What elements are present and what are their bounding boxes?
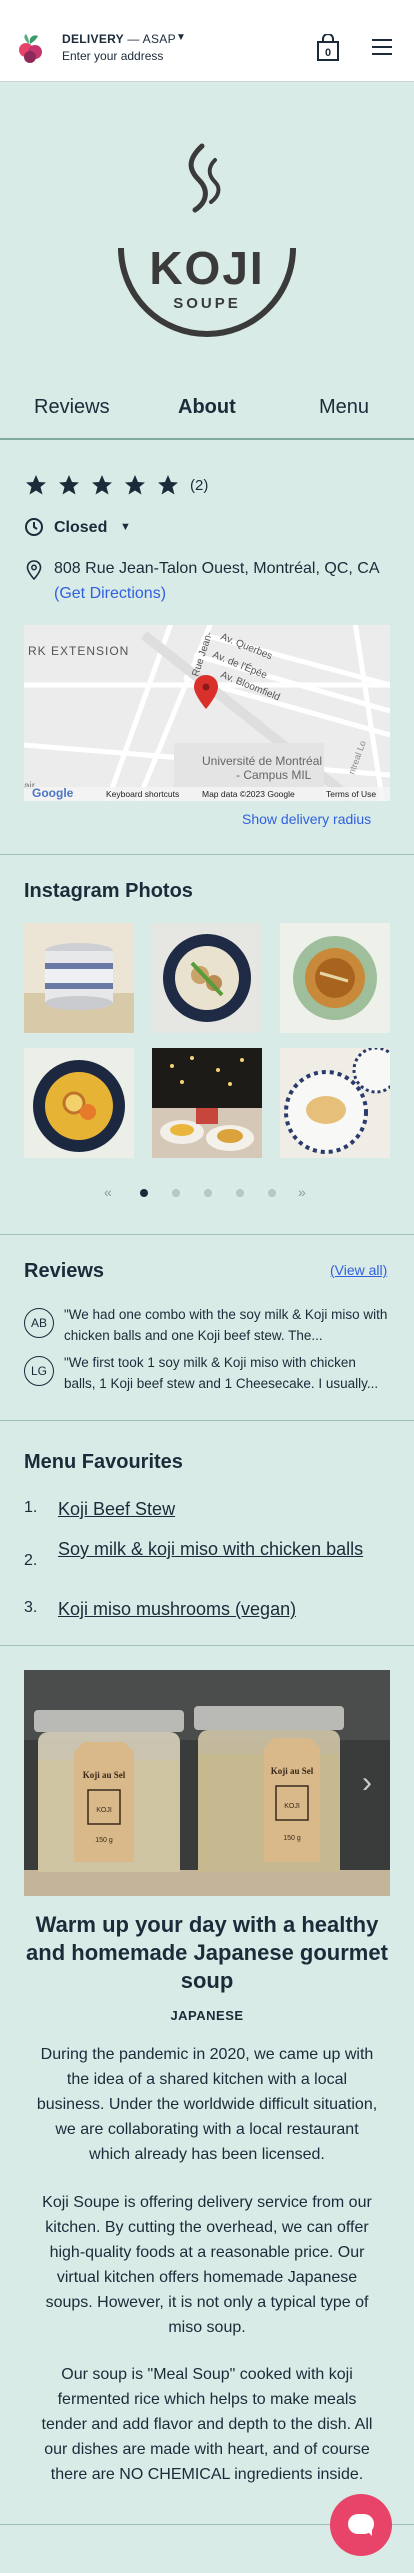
- map-google-logo: Google: [32, 786, 74, 800]
- menu-hamburger-icon[interactable]: [372, 38, 392, 56]
- favourite-item: 1. Koji Beef Stew: [24, 1496, 390, 1522]
- location-pin-icon: [26, 560, 42, 580]
- carousel-dot[interactable]: [204, 1189, 212, 1197]
- map-terms: Terms of Use: [326, 789, 376, 799]
- koji-jars-photo: Koji au Sel KOJI 150 g Koji au Sel KOJI …: [24, 1670, 390, 1896]
- map-tiles: RK EXTENSION Av. Querbes Av. de l'Épée A…: [24, 625, 390, 801]
- jar-tag-weight: 150 g: [95, 1837, 113, 1844]
- instagram-photo[interactable]: [24, 1048, 134, 1158]
- divider: [0, 854, 414, 855]
- address-placeholder: Enter your address: [62, 49, 164, 63]
- promo-image: Koji au Sel KOJI 150 g Koji au Sel KOJI …: [24, 1670, 390, 1896]
- photo-plates-pattern: [280, 1048, 390, 1158]
- chat-button[interactable]: [330, 2494, 392, 2556]
- tab-about[interactable]: About: [178, 396, 236, 419]
- instagram-title: Instagram Photos: [24, 880, 193, 902]
- location-map[interactable]: RK EXTENSION Av. Querbes Av. de l'Épée A…: [24, 625, 390, 801]
- reviews-title: Reviews: [24, 1260, 105, 1282]
- brand-tagline: SOUPE: [173, 295, 241, 312]
- tab-menu[interactable]: Menu: [319, 396, 369, 419]
- address-text: 808 Rue Jean-Talon Ouest, Montréal, QC, …: [54, 560, 380, 577]
- map-label-campus: - Campus MIL: [236, 768, 312, 782]
- divider: [0, 1645, 414, 1646]
- carousel-next-button[interactable]: »: [298, 1184, 306, 1200]
- review-item[interactable]: AB "We had one combo with the soy milk &…: [24, 1304, 390, 1348]
- favourite-number: 1.: [24, 1499, 38, 1516]
- photo-bowl-dark: [152, 923, 262, 1033]
- chevron-down-icon: ▼: [120, 521, 131, 533]
- favourite-link[interactable]: Koji Beef Stew: [58, 1496, 378, 1522]
- jar-tag-label: Koji au Sel: [271, 1766, 314, 1776]
- carousel-pagination: « »: [100, 1184, 310, 1200]
- koji-soupe-logo: KOJI SOUPE: [118, 143, 296, 337]
- jar-tag-weight: 150 g: [283, 1835, 301, 1842]
- instagram-photo[interactable]: [152, 1048, 262, 1158]
- story-paragraph: During the pandemic in 2020, we came up …: [36, 2046, 378, 2163]
- chevron-down-icon[interactable]: ▼: [176, 32, 186, 43]
- story-paragraph: Koji Soupe is offering delivery service …: [42, 2194, 372, 2336]
- story-paragraph: Our soup is "Meal Soup" cooked with koji…: [41, 2366, 373, 2483]
- section-tabs: Reviews About Menu: [0, 396, 414, 440]
- get-directions-link[interactable]: (Get Directions): [54, 585, 166, 603]
- story-title: Warm up your day with a healthy and home…: [26, 1912, 388, 1993]
- review-text: "We had one combo with the soy milk & Ko…: [64, 1307, 388, 1343]
- review-item[interactable]: LG "We first took 1 soy milk & Koji miso…: [24, 1352, 390, 1396]
- menu-favourites-title: Menu Favourites: [24, 1451, 183, 1473]
- photo-dinner-table: [152, 1048, 262, 1158]
- tabs-divider: [0, 438, 414, 440]
- instagram-photo[interactable]: [24, 923, 134, 1033]
- tab-reviews[interactable]: Reviews: [34, 396, 110, 419]
- delivery-mode: DELIVERY — ASAP: [62, 32, 176, 46]
- chat-bubble-tail: [364, 2528, 372, 2536]
- instagram-photo[interactable]: [152, 923, 262, 1033]
- brand-name: KOJI: [149, 242, 264, 294]
- photo-bowl-yellow: [24, 1048, 134, 1158]
- jar-tag-label: Koji au Sel: [83, 1770, 126, 1780]
- map-label-university: Université de Montréal: [202, 754, 322, 768]
- jar-tag-brand: KOJI: [284, 1803, 300, 1810]
- shopping-bag-icon[interactable]: 0: [316, 34, 340, 62]
- carousel-dot[interactable]: [140, 1189, 148, 1197]
- hours-status: Closed: [54, 519, 108, 536]
- instagram-photo[interactable]: [280, 923, 390, 1033]
- clock-icon: [25, 518, 43, 536]
- star-icon: [59, 475, 79, 495]
- favourite-link[interactable]: Soy milk & koji miso with chicken balls: [58, 1536, 378, 1562]
- cart-count: 0: [325, 47, 331, 59]
- star-icon: [158, 475, 178, 495]
- carousel-dot[interactable]: [172, 1189, 180, 1197]
- photo-soup-container: [24, 923, 134, 1033]
- carousel-next-icon[interactable]: ›: [362, 1766, 372, 1799]
- cuisine-tag: JAPANESE: [170, 2008, 244, 2023]
- reviewer-avatar: LG: [24, 1356, 54, 1386]
- divider: [0, 1420, 414, 1421]
- jar-tag-brand: KOJI: [96, 1807, 112, 1814]
- favourite-number: 3.: [24, 1599, 38, 1616]
- carousel-dot[interactable]: [236, 1189, 244, 1197]
- review-text: "We first took 1 soy milk & Koji miso wi…: [64, 1355, 379, 1391]
- photo-bowl-green: [280, 923, 390, 1033]
- star-icon: [125, 475, 145, 495]
- favourite-item: 3. Koji miso mushrooms (vegan): [24, 1596, 390, 1622]
- favourite-item: 2. Soy milk & koji miso with chicken bal…: [24, 1536, 390, 1588]
- delivery-selector[interactable]: DELIVERY — ASAP Enter your address: [62, 32, 176, 63]
- carousel-dot[interactable]: [268, 1189, 276, 1197]
- top-bar: DELIVERY — ASAP Enter your address ▼ 0: [0, 0, 414, 82]
- star-icon: [92, 475, 112, 495]
- instagram-photo[interactable]: [280, 1048, 390, 1158]
- divider: [0, 1234, 414, 1235]
- star-icon: [26, 475, 46, 495]
- view-all-reviews-link[interactable]: (View all): [330, 1262, 387, 1278]
- map-data: Map data ©2023 Google: [202, 789, 295, 799]
- show-delivery-radius-link[interactable]: Show delivery radius: [242, 811, 371, 827]
- rating-count: (2): [190, 477, 209, 494]
- favourite-link[interactable]: Koji miso mushrooms (vegan): [58, 1596, 378, 1622]
- map-shortcuts: Keyboard shortcuts: [106, 789, 179, 799]
- favourite-number: 2.: [24, 1552, 38, 1569]
- reviewer-avatar: AB: [24, 1308, 54, 1338]
- map-label-extension: RK EXTENSION: [28, 644, 129, 658]
- carousel-prev-button[interactable]: «: [104, 1184, 112, 1200]
- brand-logo-icon[interactable]: [18, 32, 44, 64]
